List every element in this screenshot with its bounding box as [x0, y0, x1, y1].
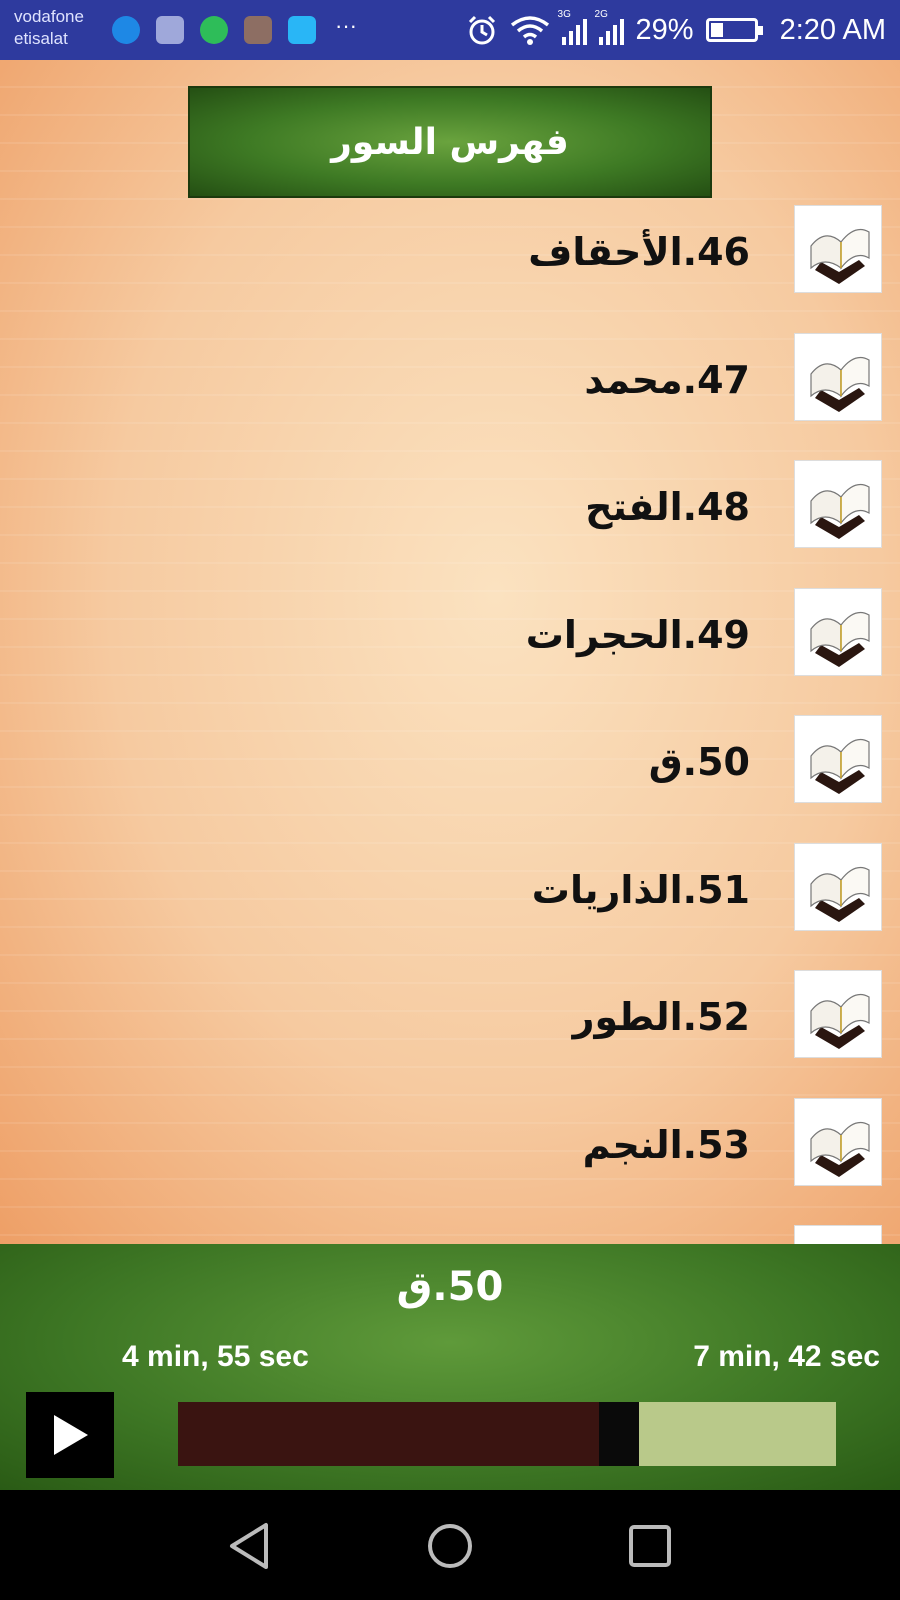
- seek-buffered: [599, 1402, 639, 1466]
- carrier-1: vodafone: [14, 7, 84, 26]
- gallery-icon: [156, 16, 184, 44]
- clock: 2:20 AM: [779, 13, 886, 46]
- quran-book-icon: [794, 970, 882, 1058]
- wifi-icon: [510, 16, 549, 45]
- surah-label: 53.النجم: [582, 1122, 750, 1167]
- now-playing-title: 50.ق: [396, 1264, 504, 1310]
- home-icon: [428, 1524, 472, 1568]
- seek-bar[interactable]: [178, 1402, 836, 1466]
- recents-icon: [629, 1525, 671, 1567]
- signal-2-icon: 2G: [595, 9, 624, 45]
- home-button[interactable]: [420, 1518, 480, 1574]
- list-item-partial[interactable]: [0, 1225, 900, 1244]
- surah-label: 51.الذاريات: [531, 867, 750, 912]
- list-item[interactable]: 53.النجم: [0, 1097, 900, 1226]
- signal-1-tag: 3G: [557, 9, 571, 20]
- quran-book-icon: [794, 1097, 882, 1186]
- back-button[interactable]: [220, 1518, 280, 1574]
- navigation-bar: [0, 1490, 900, 1600]
- elapsed-time: 4 min, 55 sec: [122, 1340, 309, 1373]
- notification-icons: ···: [112, 14, 360, 46]
- play-icon: [54, 1415, 88, 1455]
- list-item[interactable]: 50.ق: [0, 715, 900, 843]
- battery-percent: 29%: [635, 13, 694, 46]
- surah-index-screen: فهرس السور 46.الأحقاف 47.محمد 48.الفتح 4…: [0, 60, 900, 1244]
- battery-icon: [705, 18, 763, 42]
- surah-label: 48.الفتح: [585, 485, 750, 529]
- back-icon: [230, 1523, 268, 1569]
- signal-1-icon: 3G: [558, 9, 587, 45]
- signal-2-tag: 2G: [594, 9, 608, 20]
- status-bar: vodafone etisalat ··· 3G 2G 29% 2:20 AM: [0, 0, 900, 60]
- quran-book-icon: [794, 460, 882, 548]
- alarm-icon: [468, 15, 495, 45]
- list-item[interactable]: 48.الفتح: [0, 460, 900, 588]
- surah-label: 47.محمد: [584, 357, 750, 402]
- surah-label: 50.ق: [648, 740, 750, 784]
- seek-played: [178, 1402, 600, 1466]
- chat-icon: [288, 16, 316, 44]
- quran-book-icon: [794, 842, 882, 931]
- page-title: فهرس السور: [188, 86, 712, 198]
- quran-book-icon: [794, 205, 882, 293]
- list-item[interactable]: 49.الحجرات: [0, 587, 900, 716]
- list-item[interactable]: 46.الأحقاف: [0, 205, 900, 333]
- list-item[interactable]: 47.محمد: [0, 332, 900, 461]
- quran-book-icon: [794, 715, 882, 803]
- quran-book-icon: [794, 332, 882, 421]
- list-item[interactable]: 51.الذاريات: [0, 842, 900, 971]
- carrier-2: etisalat: [14, 29, 68, 48]
- list-item[interactable]: 52.الطور: [0, 970, 900, 1098]
- recents-button[interactable]: [620, 1518, 680, 1574]
- surah-list[interactable]: 46.الأحقاف 47.محمد 48.الفتح 49.الحجرات 5…: [0, 205, 900, 1244]
- surah-label: 52.الطور: [572, 995, 750, 1039]
- quran-book-icon: [794, 1225, 882, 1244]
- status-right: 3G 2G 29% 2:20 AM: [466, 9, 886, 50]
- quran-book-icon: [794, 587, 882, 676]
- messenger-icon: [112, 16, 140, 44]
- surah-label: 49.الحجرات: [525, 612, 750, 657]
- whatsapp-icon: [200, 16, 228, 44]
- carrier-names: vodafone etisalat: [14, 6, 84, 50]
- total-duration: 7 min, 42 sec: [693, 1340, 880, 1373]
- play-button[interactable]: [26, 1392, 114, 1478]
- more-icon: ···: [335, 13, 357, 38]
- audio-player: 50.ق 4 min, 55 sec 7 min, 42 sec: [0, 1244, 900, 1490]
- surah-label: 46.الأحقاف: [528, 230, 750, 274]
- photo-icon: [244, 16, 272, 44]
